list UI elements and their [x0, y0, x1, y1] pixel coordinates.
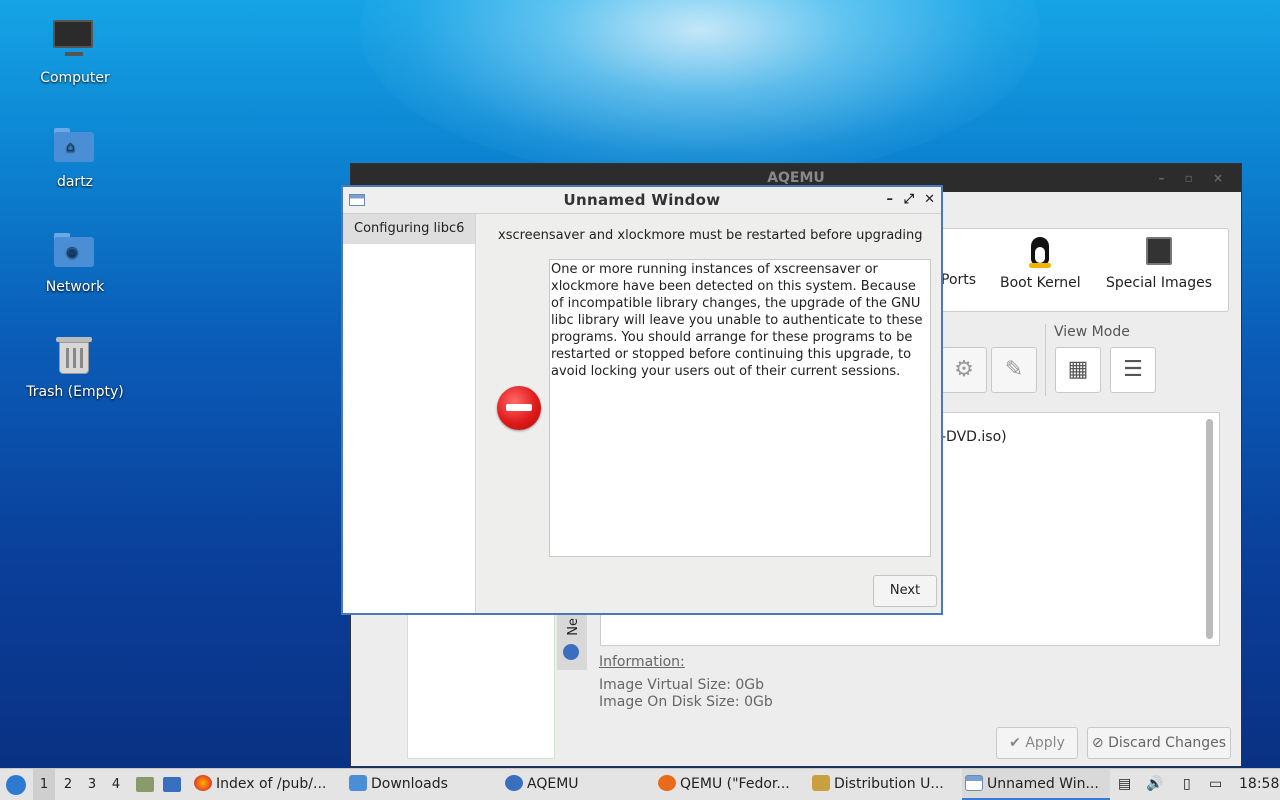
scrollbar[interactable]	[1206, 419, 1213, 639]
boot-kernel-button[interactable]: Boot Kernel	[1000, 237, 1081, 291]
workspace-4[interactable]: 4	[105, 769, 127, 800]
volume-icon[interactable]: 🔊	[1146, 769, 1164, 800]
task-downloads[interactable]: Downloads	[349, 769, 499, 800]
application-menu-icon[interactable]	[6, 775, 26, 795]
window-icon	[965, 775, 983, 791]
list-icon: ☰	[1123, 357, 1143, 382]
firefox-icon	[194, 775, 212, 791]
message-textbox[interactable]: One or more running instances of xscreen…	[549, 259, 931, 557]
vm-side-panel[interactable]	[407, 614, 555, 759]
workspace-2[interactable]: 2	[57, 769, 79, 800]
dialog-title: Unnamed Window	[563, 191, 721, 209]
separator	[1045, 324, 1046, 396]
view-mode-label: View Mode	[1054, 324, 1130, 340]
chip-icon	[1146, 237, 1173, 265]
next-button[interactable]: Next	[873, 575, 937, 607]
tux-icon	[1027, 237, 1053, 269]
desktop-icon-label: Trash (Empty)	[26, 384, 124, 400]
edit-button[interactable]: ✎	[991, 347, 1037, 393]
desktop-icon-network[interactable]: ◉ Network	[20, 227, 130, 295]
grid-icon: ▦	[1067, 357, 1089, 382]
special-images-button[interactable]: Special Images	[1106, 237, 1212, 291]
package-icon	[812, 775, 830, 791]
list-view-button[interactable]: ☰	[1110, 347, 1156, 393]
home-folder-icon: ⌂	[51, 122, 99, 170]
close-icon[interactable]: ✕	[924, 187, 935, 213]
window-controls-icon[interactable]: – ▫ ×	[1158, 164, 1231, 192]
discard-changes-button[interactable]: ⊘ Discard Changes	[1087, 727, 1231, 759]
dialog-sidebar: Configuring libc6	[343, 214, 476, 613]
task-distribution-upgrade[interactable]: Distribution U...	[812, 769, 958, 800]
show-desktop-icon[interactable]	[163, 777, 181, 792]
task-firefox[interactable]: Index of /pub/...	[194, 769, 340, 800]
task-aqemu[interactable]: AQEMU	[505, 769, 651, 800]
maximize-icon[interactable]: ⤢	[904, 187, 914, 213]
task-qemu[interactable]: QEMU ("Fedor...	[658, 769, 804, 800]
desktop-icon-trash[interactable]: Trash (Empty)	[20, 332, 130, 400]
desktop-icon-label: dartz	[56, 174, 94, 190]
dialog-titlebar[interactable]: Unnamed Window – ⤢ ✕	[343, 187, 941, 214]
unnamed-window-dialog: Unnamed Window – ⤢ ✕ Configuring libc6 x…	[341, 185, 943, 615]
desktop-icon-label: Computer	[40, 70, 110, 86]
desktop-icon-computer[interactable]: Computer	[20, 18, 130, 86]
qemu-icon	[658, 775, 676, 791]
ports-button[interactable]: Ports	[941, 272, 976, 288]
notes-icon[interactable]: ▯	[1183, 769, 1201, 800]
error-stop-icon	[497, 386, 541, 430]
gear-icon: ⚙	[954, 357, 974, 382]
pencil-icon: ✎	[1004, 357, 1024, 382]
desktop-icon-label: Network	[45, 279, 105, 295]
cancel-icon: ⊘	[1091, 735, 1104, 751]
image-virtual-size: Image Virtual Size: 0Gb	[599, 677, 765, 693]
aqemu-toolbar: Boot Kernel Special Images	[941, 228, 1229, 312]
trash-icon	[51, 332, 99, 380]
minimize-icon[interactable]: –	[887, 187, 894, 213]
icon-view-button[interactable]: ▦	[1055, 347, 1101, 393]
list-item: -DVD.iso)	[941, 429, 1007, 445]
clock[interactable]: 18:58	[1239, 769, 1279, 800]
image-disk-size: Image On Disk Size: 0Gb	[599, 694, 773, 710]
network-folder-icon: ◉	[51, 227, 99, 275]
workspace-1[interactable]: 1	[33, 769, 55, 800]
apply-button[interactable]: ✔ Apply	[996, 727, 1078, 759]
checkmark-icon: ✔	[1009, 735, 1021, 751]
task-unnamed-window[interactable]: Unnamed Win...	[962, 769, 1110, 800]
information-title: Information:	[599, 654, 685, 670]
network-monitor-icon[interactable]: ▭	[1209, 769, 1229, 800]
settings-gear-button[interactable]: ⚙	[941, 347, 987, 393]
aqemu-icon	[505, 775, 523, 791]
globe-icon	[563, 644, 579, 660]
workspace-3[interactable]: 3	[81, 769, 103, 800]
sidebar-item-configuring-libc6[interactable]: Configuring libc6	[343, 214, 475, 244]
computer-icon	[51, 18, 99, 66]
aqemu-title: AQEMU	[767, 170, 825, 186]
vertical-tab-label: Ne	[566, 618, 581, 636]
message-text: One or more running instances of xscreen…	[551, 262, 923, 379]
window-icon	[349, 194, 365, 206]
folder-icon	[349, 775, 367, 791]
clipboard-icon[interactable]: ▤	[1118, 769, 1134, 800]
desktop-icon-home[interactable]: ⌂ dartz	[20, 122, 130, 190]
file-manager-launcher-icon[interactable]	[136, 777, 154, 792]
taskbar: 1 2 3 4 Index of /pub/... Downloads AQEM…	[0, 768, 1280, 800]
wallpaper-highlight	[360, 0, 1040, 180]
vertical-tab[interactable]: Ne	[557, 614, 587, 670]
dialog-heading: xscreensaver and xlockmore must be resta…	[498, 228, 923, 243]
